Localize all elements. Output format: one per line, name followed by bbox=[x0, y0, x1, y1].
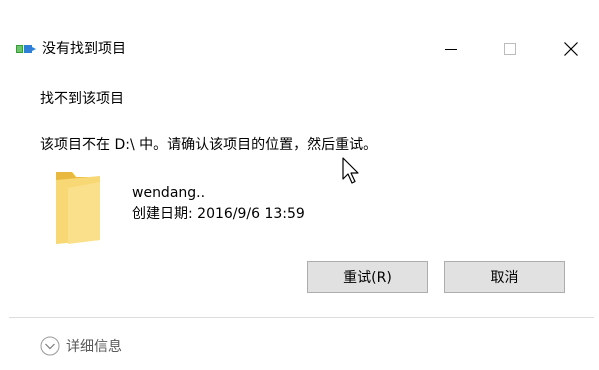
retry-button[interactable]: 重试(R) bbox=[307, 261, 428, 293]
close-button[interactable] bbox=[548, 33, 594, 65]
details-label: 详细信息 bbox=[66, 339, 122, 355]
item-name: wendang.. bbox=[132, 185, 206, 201]
minimize-icon bbox=[445, 49, 457, 50]
item-created-date: 创建日期: 2016/9/6 13:59 bbox=[132, 206, 305, 222]
maximize-icon bbox=[504, 43, 516, 55]
mouse-cursor-icon bbox=[342, 157, 359, 184]
minimize-button[interactable] bbox=[428, 33, 474, 65]
close-icon bbox=[564, 42, 578, 56]
title-bar: 没有找到项目 bbox=[0, 0, 599, 100]
folder-move-icon bbox=[16, 45, 36, 53]
details-toggle[interactable]: 详细信息 bbox=[40, 335, 122, 357]
chevron-down-circle-icon bbox=[40, 336, 60, 356]
dialog-message: 该项目不在 D:\ 中。请确认该项目的位置，然后重试。 bbox=[40, 137, 378, 153]
footer-divider bbox=[9, 317, 594, 318]
window-title: 没有找到项目 bbox=[42, 41, 126, 57]
dialog-heading: 找不到该项目 bbox=[40, 91, 124, 107]
not-found-dialog: 没有找到项目 找不到该项目 该项目不在 D:\ 中。请确认该项目的位置，然后重试… bbox=[0, 0, 599, 370]
maximize-button[interactable] bbox=[487, 33, 533, 65]
folder-icon bbox=[56, 172, 100, 244]
cancel-button[interactable]: 取消 bbox=[444, 261, 565, 293]
